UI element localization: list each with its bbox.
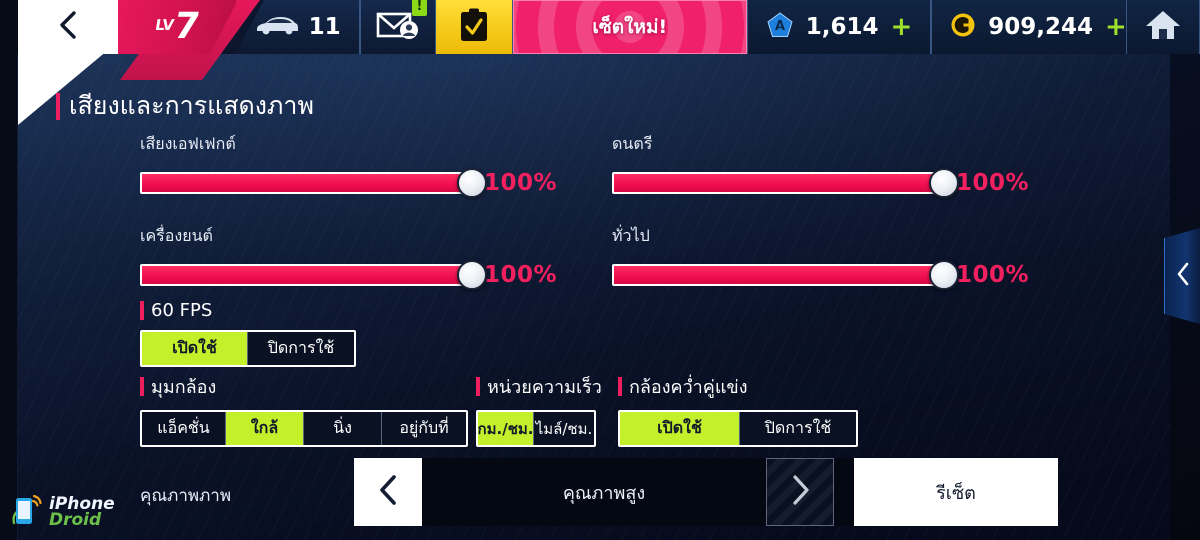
page-title: เสียงและการแสดงภาพ	[56, 86, 314, 126]
fps-option-disable[interactable]: ปิดการใช้	[248, 332, 354, 365]
new-set-banner[interactable]: เซ็ตใหม่!	[512, 0, 747, 54]
credits-add-button[interactable]: +	[1105, 14, 1127, 40]
speed-unit-title-label: หน่วยความเร็ว	[487, 377, 602, 398]
tokens-add-button[interactable]: +	[890, 14, 912, 40]
level-prefix: LV	[153, 16, 175, 34]
camera-angle-option-action[interactable]: แอ็คชั่น	[142, 412, 226, 445]
credits-value: 909,244	[988, 14, 1094, 40]
tokens-value: 1,614	[805, 14, 879, 40]
takedown-camera-segmented-control: เปิดใช้ ปิดการใช้	[618, 410, 858, 447]
home-button[interactable]	[1127, 0, 1200, 54]
token-pentagon-icon: A	[766, 11, 794, 43]
watermark-line-2: Droid	[49, 510, 102, 530]
home-icon	[1144, 8, 1182, 46]
slider-label: ดนตรี	[612, 134, 653, 153]
slider-fill	[614, 174, 944, 192]
phone-icon	[10, 490, 44, 534]
slider-value: 100%	[484, 170, 558, 196]
mail-icon: !	[376, 0, 427, 45]
slider-label: ทั่วไป	[612, 226, 650, 245]
top-bar: LV 7 11 ! เซ็ตใหม่! A 1,614 + 909,244 +	[0, 0, 1200, 54]
tokens-counter[interactable]: A 1,614 +	[746, 0, 932, 54]
slider-fill	[614, 266, 944, 284]
svg-text:A: A	[775, 19, 785, 34]
takedown-camera-setting: กล้องคว่ำคู่แข่ง เปิดใช้ ปิดการใช้	[618, 372, 858, 447]
slider-track[interactable]	[612, 168, 959, 198]
speed-unit-option-mph[interactable]: ไมล์/ชม.	[534, 412, 594, 445]
mail-button[interactable]: !	[359, 0, 437, 54]
takedown-camera-option-disable[interactable]: ปิดการใช้	[740, 412, 856, 445]
fps-title-label: 60 FPS	[151, 300, 213, 321]
garage-button[interactable]: 11	[235, 0, 360, 54]
topbar-left-gap	[0, 0, 18, 54]
slider-track[interactable]	[140, 260, 487, 290]
slider-label: เสียงเอฟเฟกต์	[140, 134, 236, 153]
slider-value: 100%	[956, 170, 1030, 196]
credit-coin-icon	[950, 12, 976, 42]
slider-value: 100%	[484, 262, 558, 288]
credits-counter[interactable]: 909,244 +	[931, 0, 1128, 54]
level-badge[interactable]: LV 7	[117, 0, 236, 54]
slider-knob[interactable]	[457, 260, 487, 290]
back-button[interactable]	[17, 0, 118, 54]
speed-unit-option-kmh[interactable]: กม./ชม.	[478, 412, 534, 445]
takedown-camera-title-label: กล้องคว่ำคู่แข่ง	[629, 377, 748, 398]
title-accent-bar	[56, 92, 60, 120]
slider-fill	[142, 174, 472, 192]
speed-unit-segmented-control: กม./ชม. ไมล์/ชม.	[476, 410, 596, 447]
slider-label: เครื่องยนต์	[140, 226, 213, 245]
slider-sound-effects: เสียงเอฟเฟกต์ 100%	[140, 132, 558, 198]
new-set-banner-label: เซ็ตใหม่!	[592, 16, 668, 38]
fps-option-enable[interactable]: เปิดใช้	[142, 332, 248, 365]
speed-unit-setting: หน่วยความเร็ว กม./ชม. ไมล์/ชม.	[476, 372, 602, 447]
settings-content: เสียงและการแสดงภาพ เสียงเอฟเฟกต์ 100% ดน…	[18, 54, 1170, 540]
slider-knob[interactable]	[929, 260, 959, 290]
camera-angle-option-close[interactable]: ใกล้	[226, 412, 304, 445]
chevron-left-icon	[57, 10, 79, 44]
camera-angle-title-label: มุมกล้อง	[151, 377, 217, 398]
section-accent-bar	[476, 377, 480, 396]
camera-angle-option-still[interactable]: นิ่ง	[304, 412, 382, 445]
slider-fill	[142, 266, 472, 284]
fps-setting: 60 FPS เปิดใช้ ปิดการใช้	[140, 300, 356, 367]
slider-track[interactable]	[140, 168, 487, 198]
left-edge-strip	[0, 0, 18, 540]
clipboard-check-icon	[457, 7, 491, 47]
watermark: iPhone Droid	[10, 490, 115, 534]
slider-music: ดนตรี 100%	[612, 132, 1030, 198]
section-accent-bar	[140, 301, 144, 320]
section-accent-bar	[140, 377, 144, 396]
camera-angle-setting: มุมกล้อง แอ็คชั่น ใกล้ นิ่ง อยู่กับที่	[140, 372, 468, 447]
camera-angle-option-fixed[interactable]: อยู่กับที่	[382, 412, 466, 445]
slider-value: 100%	[956, 262, 1030, 288]
page-title-label: เสียงและการแสดงภาพ	[69, 91, 314, 120]
speed-unit-title: หน่วยความเร็ว	[476, 372, 602, 401]
fps-title: 60 FPS	[140, 300, 356, 321]
game-settings-screen: LV 7 11 ! เซ็ตใหม่! A 1,614 + 909,244 + …	[0, 0, 1200, 540]
camera-angle-segmented-control: แอ็คชั่น ใกล้ นิ่ง อยู่กับที่	[140, 410, 468, 447]
tasks-button[interactable]	[436, 0, 513, 54]
camera-angle-title: มุมกล้อง	[140, 372, 468, 401]
mail-badge: !	[411, 0, 427, 16]
fps-segmented-control: เปิดใช้ ปิดการใช้	[140, 330, 356, 367]
takedown-camera-title: กล้องคว่ำคู่แข่ง	[618, 372, 858, 401]
garage-count: 11	[308, 14, 341, 40]
car-icon	[254, 14, 300, 40]
slider-knob[interactable]	[457, 168, 487, 198]
section-accent-bar	[618, 377, 622, 396]
chevron-left-icon	[1174, 261, 1192, 291]
slider-engine: เครื่องยนต์ 100%	[140, 224, 558, 290]
takedown-camera-option-enable[interactable]: เปิดใช้	[620, 412, 740, 445]
slider-knob[interactable]	[929, 168, 959, 198]
slider-general: ทั่วไป 100%	[612, 224, 1030, 290]
level-value: 7	[170, 6, 203, 47]
side-drawer-tab[interactable]	[1164, 228, 1200, 324]
slider-track[interactable]	[612, 260, 959, 290]
